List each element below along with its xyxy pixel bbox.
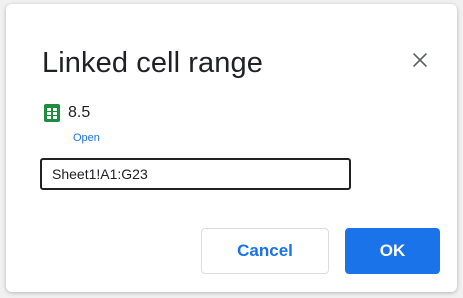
linked-cell-range-dialog: Linked cell range 8.5 Open Cancel OK <box>6 4 457 292</box>
cell-range-input[interactable] <box>40 158 351 190</box>
open-file-link[interactable]: Open <box>73 132 100 144</box>
linked-file-name: 8.5 <box>68 104 91 121</box>
cancel-button[interactable]: Cancel <box>201 228 329 274</box>
ok-button[interactable]: OK <box>345 228 440 274</box>
sheets-icon <box>44 104 60 122</box>
linked-file-row: 8.5 <box>44 104 90 122</box>
dialog-title: Linked cell range <box>42 47 263 79</box>
close-icon[interactable] <box>408 48 432 72</box>
